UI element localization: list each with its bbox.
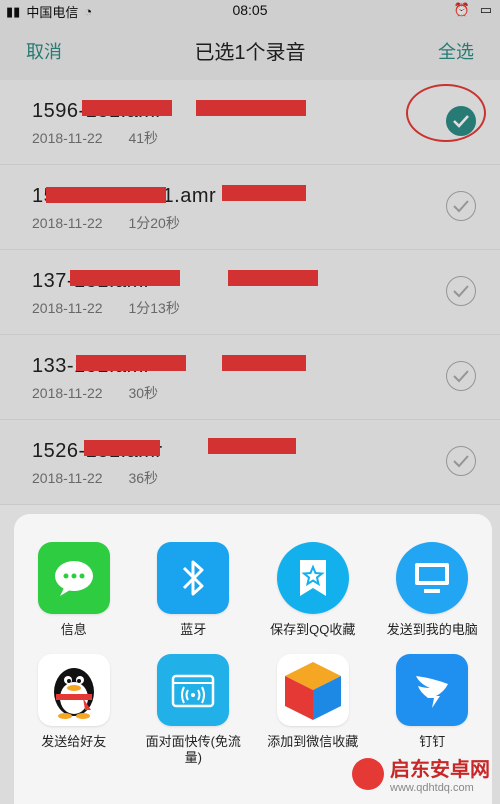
share-item-my-computer[interactable]: 发送到我的电脑 bbox=[373, 542, 493, 638]
share-item-label: 保存到QQ收藏 bbox=[270, 622, 356, 637]
wechat-favorites-icon bbox=[276, 654, 349, 726]
share-item-face-transfer[interactable]: 面对面快传(免流量) bbox=[134, 654, 254, 766]
face-transfer-icon bbox=[157, 654, 230, 726]
share-item-label: 面对面快传(免流量) bbox=[145, 734, 241, 765]
watermark-logo-icon bbox=[352, 757, 384, 790]
watermark-brand: 启东安卓网 bbox=[390, 759, 490, 781]
share-item-bluetooth[interactable]: 蓝牙 bbox=[134, 542, 254, 638]
qq-penguin-icon bbox=[37, 654, 110, 726]
share-item-wechat-favorites[interactable]: 添加到微信收藏 bbox=[253, 654, 373, 766]
message-icon bbox=[37, 542, 110, 614]
dingtalk-icon bbox=[396, 654, 469, 726]
share-item-message[interactable]: 信息 bbox=[14, 542, 134, 638]
share-grid: 信息 蓝牙 保存到QQ收藏 发送到我的电脑 发送给好友 面对面快传(免流量) 添… bbox=[14, 542, 492, 766]
share-item-label: 信息 bbox=[60, 622, 87, 637]
bluetooth-icon bbox=[157, 542, 230, 614]
share-item-dingtalk[interactable]: 钉钉 bbox=[373, 654, 493, 766]
qq-favorites-icon bbox=[276, 542, 349, 614]
watermark: 启东安卓网 www.qdhtdq.com bbox=[352, 753, 490, 794]
share-item-qq-favorites[interactable]: 保存到QQ收藏 bbox=[253, 542, 373, 638]
my-computer-icon bbox=[396, 542, 469, 614]
share-item-qq-friend[interactable]: 发送给好友 bbox=[14, 654, 134, 766]
watermark-url: www.qdhtdq.com bbox=[390, 782, 474, 794]
share-item-label: 钉钉 bbox=[419, 734, 446, 749]
share-item-label: 添加到微信收藏 bbox=[267, 734, 359, 749]
share-item-label: 蓝牙 bbox=[180, 622, 207, 637]
share-item-label: 发送到我的电脑 bbox=[386, 622, 478, 637]
share-item-label: 发送给好友 bbox=[41, 734, 107, 749]
